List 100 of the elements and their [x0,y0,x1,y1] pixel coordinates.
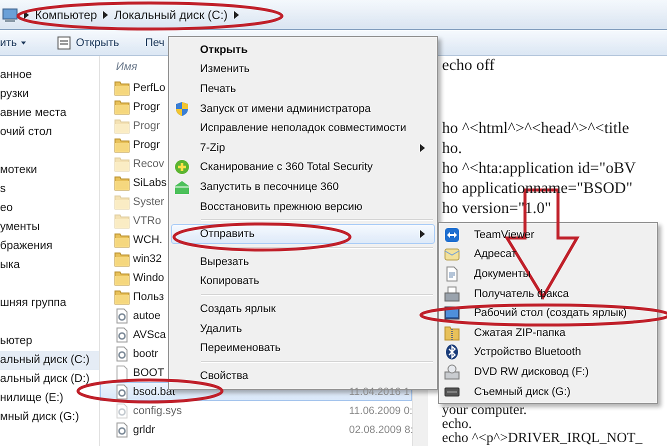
folder-icon [114,232,130,248]
menu-item[interactable]: Создать ярлык [171,299,435,319]
code-line: ho ^<hta:application id="oBV [442,159,637,179]
plus-circle-icon [174,159,190,176]
menu-item[interactable]: DVD RW дисковод (F:) [441,362,655,382]
folder-icon [114,80,130,96]
caret-icon [20,38,26,46]
menu-item[interactable]: Вырезать [171,252,435,272]
breadcrumb[interactable]: Локальный диск (C:) [114,8,228,22]
address-bar[interactable]: Компьютер Локальный диск (C:) [0,0,667,30]
toolbar-button[interactable]: Печ [145,34,165,50]
folder-icon [114,118,130,134]
menu-item[interactable]: Восстановить прежнюю версию [171,196,435,216]
menu-item[interactable]: Запуск от имени администратора [171,98,435,118]
file-name[interactable]: Progr [133,138,160,150]
file-name[interactable]: Progr [133,100,160,112]
file-name[interactable]: BOOT [133,366,164,378]
toolbar-button[interactable]: ить [0,34,26,50]
fax-icon [444,286,460,302]
menu-item[interactable]: Изменить [171,60,435,80]
shield-icon [174,100,190,117]
file-date: 11.04.2016 1 [348,386,411,398]
menu-item[interactable]: Открыть [171,40,435,60]
chevron-icon [103,10,108,18]
file-name[interactable]: Windo [133,272,164,284]
file-name[interactable]: AVSca [133,328,166,340]
box-icon [174,178,190,195]
file-name[interactable]: win32 [133,252,162,264]
nav-item[interactable]: ео [0,199,99,218]
code-line: ho. [442,139,463,159]
file-name[interactable]: Syster [133,196,164,208]
nav-item[interactable]: ьютер [0,332,99,351]
menu-item[interactable]: Рабочий стол (создать ярлык) [441,303,655,323]
bluetooth-icon [444,344,460,360]
menu-item[interactable]: 7-Zip [171,138,435,158]
folder-icon [114,270,130,286]
code-line: echo off [442,56,496,76]
file-name[interactable]: config.sys [133,404,182,416]
menu-item[interactable]: Устройство Bluetooth [441,342,655,362]
envelope-icon [444,246,460,262]
file-date: 02.08.2009 8: [348,424,414,436]
file-name[interactable]: VTRo [133,214,162,226]
file-name[interactable]: autoe [133,310,161,322]
code-line: ho ^<html^>^<head^>^<title [442,119,630,139]
file-name[interactable]: Recov [133,158,164,170]
menu-item[interactable]: Сканирование с 360 Total Security [171,158,435,178]
file-name[interactable]: SiLabs [133,176,167,188]
nav-item[interactable]: ыка [0,256,99,275]
menu-item[interactable]: Исправление неполадок совместимости [171,118,435,138]
nav-item[interactable]: альный диск (C:) [0,351,99,370]
window-icon [56,34,72,50]
menu-item[interactable]: Удалить [171,318,435,338]
nav-item[interactable]: очий стол [0,123,99,142]
gear-file-icon [114,422,130,438]
code-line: ho applicationname="BSOD" [442,179,634,199]
file-name[interactable]: bootr [133,348,158,360]
toolbar-button[interactable]: Открыть [56,32,120,52]
folder-icon [114,288,130,304]
nav-item[interactable]: мотеки [0,161,99,180]
menu-item[interactable]: Копировать [171,272,435,292]
folder-icon [114,156,130,172]
nav-item[interactable]: мный диск (G:) [0,408,99,427]
file-name[interactable]: WCH. [133,234,162,246]
file-name[interactable]: grldr [133,424,156,436]
folder-icon [114,250,130,266]
menu-item[interactable]: Переименовать [171,338,435,358]
nav-item[interactable]: анное [0,66,99,85]
menu-item[interactable]: Печать [171,79,435,99]
optical-drive-icon [444,364,460,380]
nav-item[interactable]: шняя группа [0,294,99,313]
file-name[interactable]: PerfLo [133,82,166,94]
gear-file-icon [114,346,130,362]
computer-icon [2,6,18,22]
folder-icon [114,212,130,228]
nav-item[interactable]: s [0,180,99,199]
menu-item[interactable]: Съемный диск (G:) [441,382,655,402]
document-icon [444,266,460,282]
nav-item[interactable]: рузки [0,85,99,104]
gear-file-icon [114,308,130,324]
gear-file-icon [114,402,130,418]
nav-item[interactable]: бражения [0,237,99,256]
nav-item[interactable]: ументы [0,218,99,237]
nav-item[interactable]: нилище (E:) [0,389,99,408]
menu-item[interactable]: Адресат [441,244,655,264]
code-line: your computer. [442,404,528,418]
gear-file-icon [114,326,130,342]
nav-item[interactable]: альный диск (D:) [0,370,99,389]
folder-icon [114,98,130,114]
chevron-icon [24,10,29,18]
menu-item[interactable]: Сжатая ZIP-папка [441,322,655,343]
nav-item[interactable]: авние места [0,104,99,123]
chevron-icon [234,10,239,18]
menu-item[interactable]: Запустить в песочнице 360 [171,177,435,197]
gear-file-icon [114,384,130,400]
file-name[interactable]: Польз [133,290,164,302]
breadcrumb[interactable]: Компьютер [35,8,98,22]
folder-icon [114,194,130,210]
folder-icon [114,136,130,152]
file-name[interactable]: Progr [133,120,160,132]
folder-icon [114,174,130,190]
